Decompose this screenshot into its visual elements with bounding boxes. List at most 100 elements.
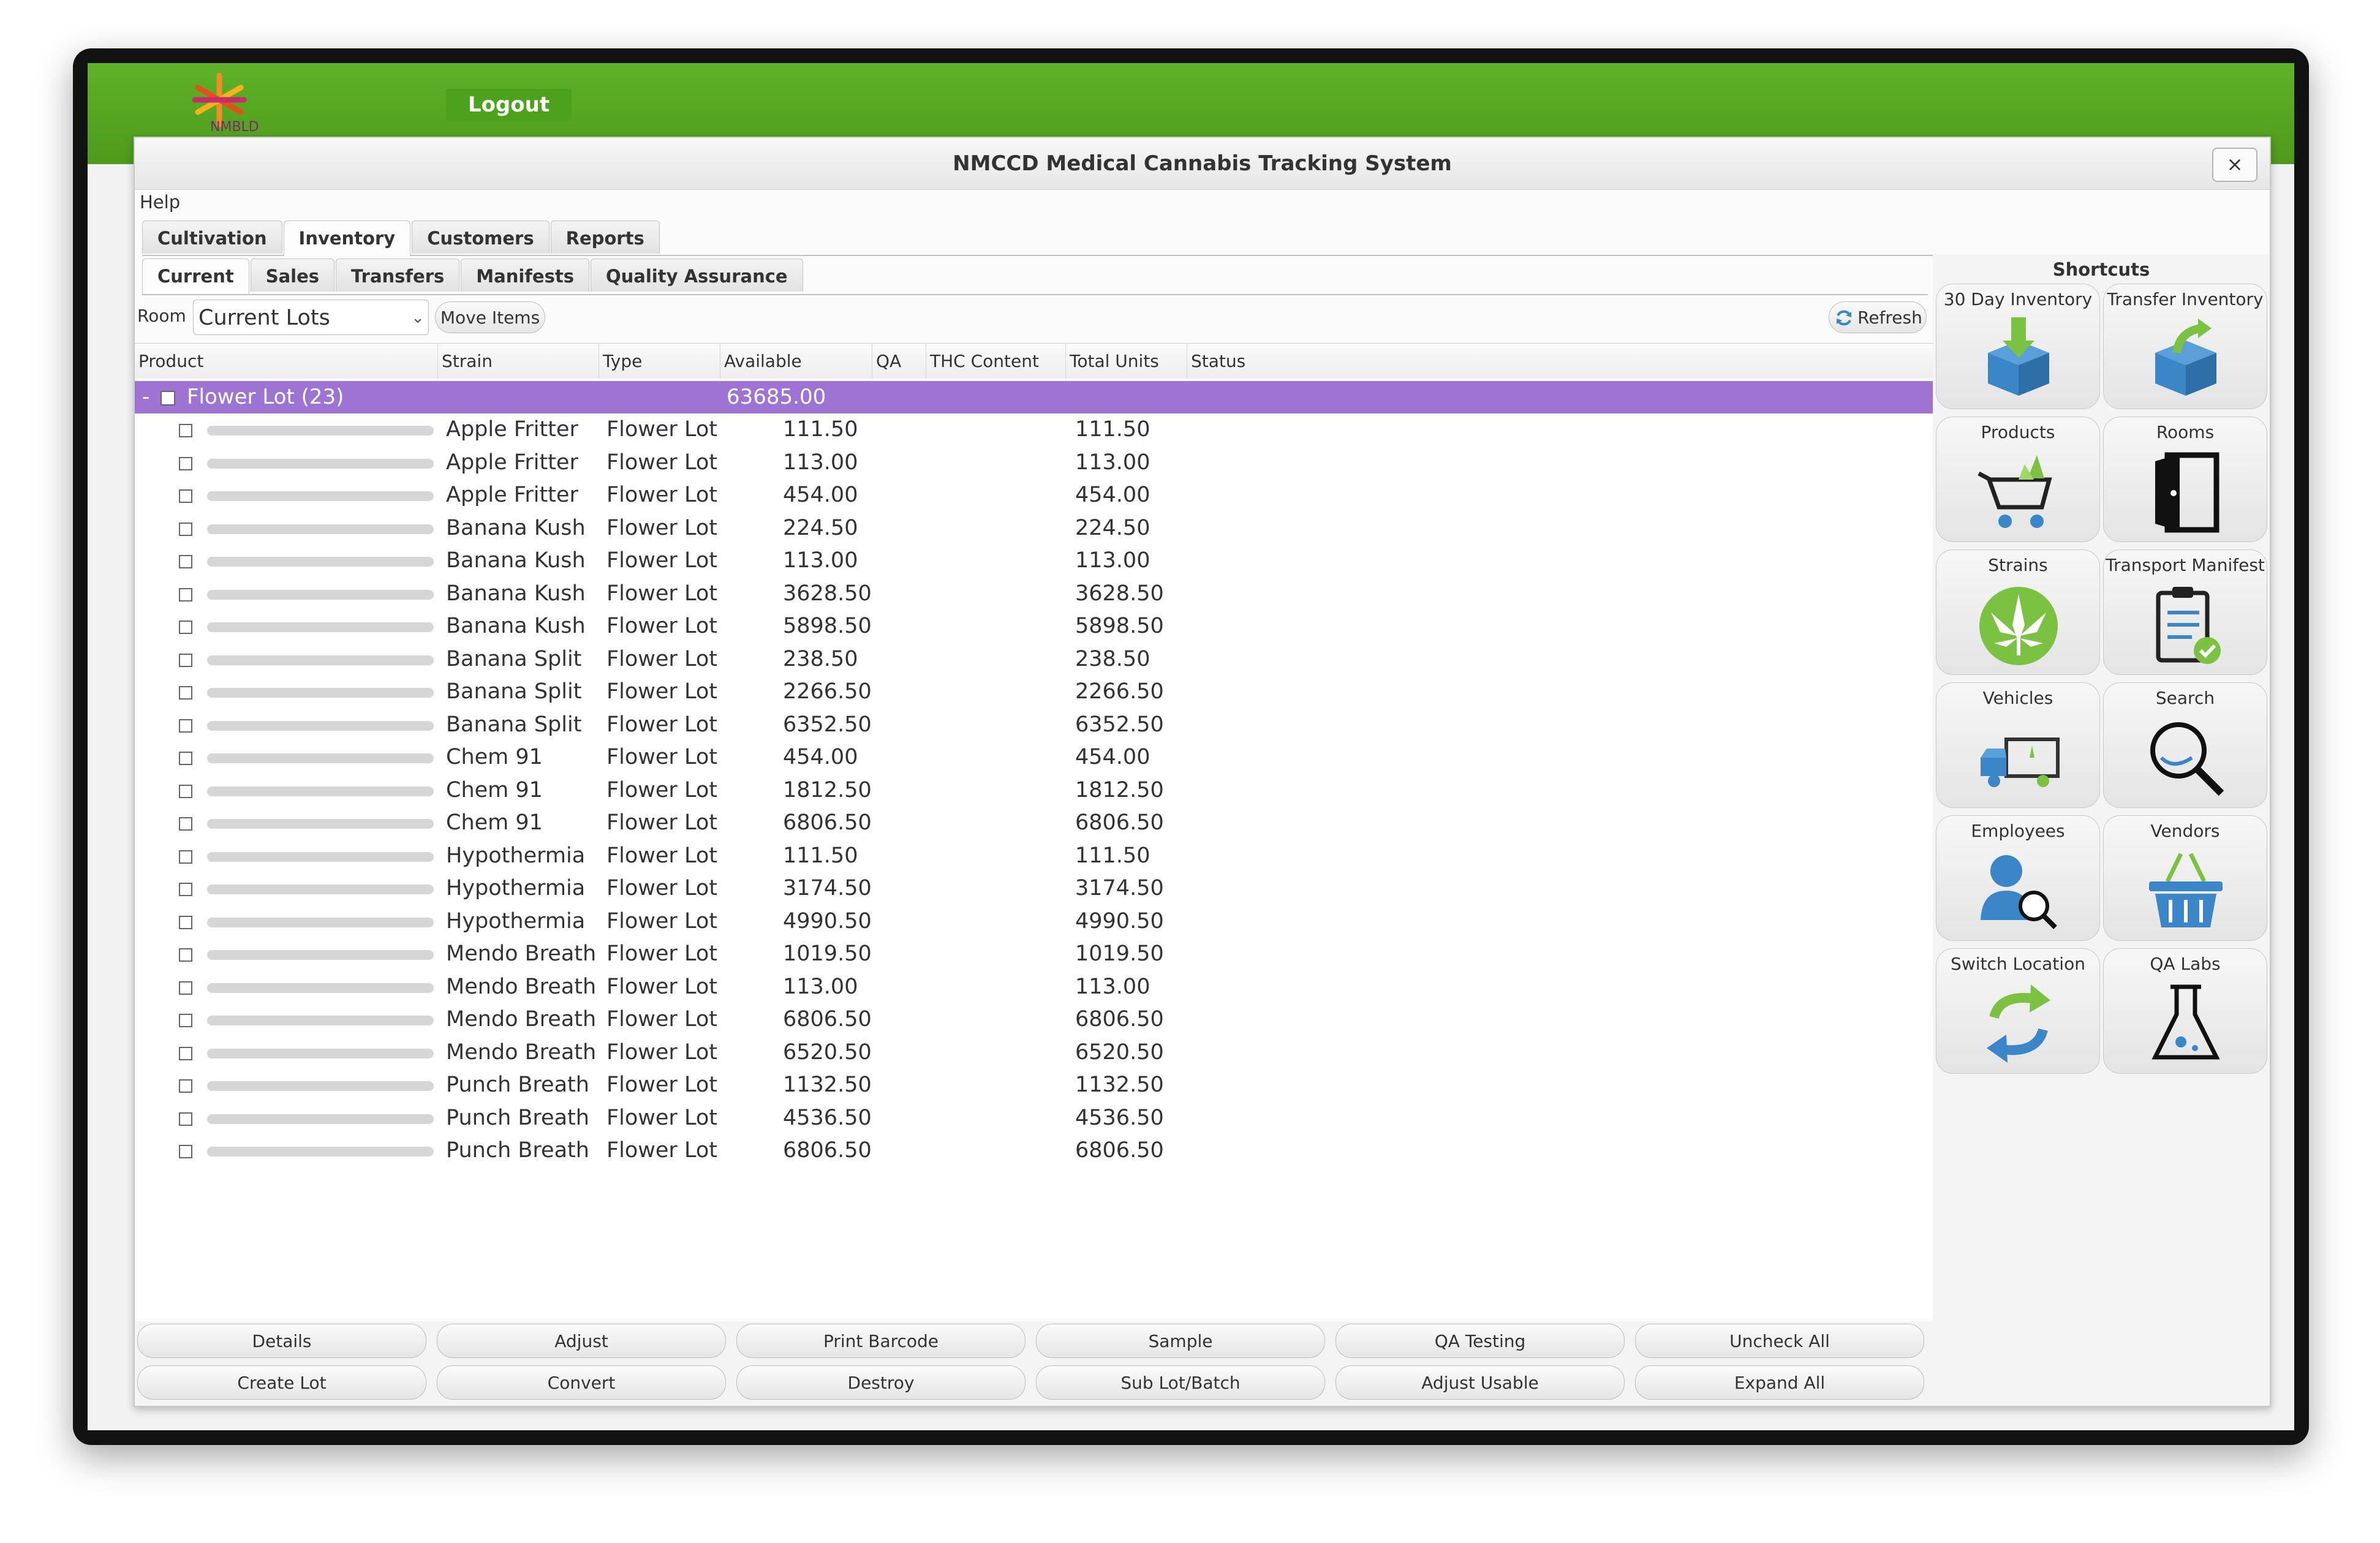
refresh-button[interactable]: Refresh — [1829, 301, 1927, 333]
room-label: Room — [137, 306, 186, 326]
table-row[interactable]: Banana Split Flower Lot 2266.50 2266.50 — [135, 676, 1933, 708]
shortcut-employees[interactable]: Employees — [1936, 815, 2100, 941]
row-checkbox[interactable] — [179, 981, 192, 995]
row-checkbox[interactable] — [179, 522, 192, 536]
col-status[interactable]: Status — [1187, 344, 1933, 379]
row-checkbox[interactable] — [179, 424, 192, 437]
shortcut-strains[interactable]: Strains — [1936, 549, 2100, 675]
row-checkbox[interactable] — [179, 915, 192, 929]
shortcut-switch-location[interactable]: Switch Location — [1936, 948, 2100, 1074]
col-total-units[interactable]: Total Units — [1066, 344, 1187, 379]
tab-customers[interactable]: Customers — [412, 221, 550, 254]
menu-help[interactable]: Help — [140, 192, 180, 213]
group-row-flower-lot[interactable]: - Flower Lot (23) 63685.00 — [135, 381, 1933, 413]
row-checkbox[interactable] — [179, 883, 192, 896]
table-row[interactable]: Punch Breath Flower Lot 4536.50 4536.50 — [135, 1102, 1933, 1134]
tab-current[interactable]: Current — [142, 258, 249, 294]
shortcut-rooms[interactable]: Rooms — [2103, 417, 2267, 542]
table-row[interactable]: Mendo Breath Flower Lot 1019.50 1019.50 — [135, 938, 1933, 970]
shortcut-search[interactable]: Search — [2103, 682, 2267, 808]
adjust-usable-button[interactable]: Adjust Usable — [1335, 1365, 1625, 1400]
table-row[interactable]: Banana Kush Flower Lot 224.50 224.50 — [135, 512, 1933, 545]
col-strain[interactable]: Strain — [438, 344, 599, 379]
table-row[interactable]: Banana Split Flower Lot 238.50 238.50 — [135, 643, 1933, 676]
table-row[interactable]: Banana Kush Flower Lot 3628.50 3628.50 — [135, 578, 1933, 610]
row-checkbox[interactable] — [179, 752, 192, 765]
logout-button[interactable]: Logout — [446, 89, 572, 121]
tab-inventory[interactable]: Inventory — [283, 221, 411, 256]
table-row[interactable]: Chem 91 Flower Lot 1812.50 1812.50 — [135, 774, 1933, 807]
row-checkbox[interactable] — [179, 719, 192, 733]
col-thc-content[interactable]: THC Content — [926, 344, 1066, 379]
room-select[interactable]: Current Lots ⌄ — [193, 300, 429, 335]
shortcut-transport-manifest[interactable]: Transport Manifest — [2103, 549, 2267, 675]
table-row[interactable]: Banana Kush Flower Lot 5898.50 5898.50 — [135, 610, 1933, 643]
row-checkbox[interactable] — [179, 621, 192, 634]
details-button[interactable]: Details — [137, 1324, 426, 1358]
cell-strain: Apple Fritter — [446, 483, 578, 507]
shortcut-products[interactable]: Products — [1936, 417, 2100, 542]
table-row[interactable]: Mendo Breath Flower Lot 113.00 113.00 — [135, 971, 1933, 1003]
row-checkbox[interactable] — [179, 1079, 192, 1093]
table-row[interactable]: Banana Kush Flower Lot 113.00 113.00 — [135, 545, 1933, 577]
row-checkbox[interactable] — [179, 1046, 192, 1060]
table-row[interactable]: Hypothermia Flower Lot 4990.50 4990.50 — [135, 905, 1933, 938]
table-row[interactable]: Chem 91 Flower Lot 454.00 454.00 — [135, 741, 1933, 774]
print-barcode-button[interactable]: Print Barcode — [736, 1324, 1026, 1358]
table-row[interactable]: Hypothermia Flower Lot 3174.50 3174.50 — [135, 872, 1933, 905]
destroy-button[interactable]: Destroy — [736, 1365, 1026, 1400]
col-type[interactable]: Type — [599, 344, 720, 379]
uncheck-all-button[interactable]: Uncheck All — [1635, 1324, 1924, 1358]
row-checkbox[interactable] — [179, 456, 192, 470]
convert-button[interactable]: Convert — [437, 1365, 726, 1400]
row-checkbox[interactable] — [179, 587, 192, 602]
row-checkbox[interactable] — [179, 686, 192, 700]
row-checkbox[interactable] — [179, 653, 192, 667]
shortcut-vehicles[interactable]: Vehicles — [1936, 682, 2100, 808]
row-checkbox[interactable] — [179, 489, 192, 503]
row-checkbox[interactable] — [179, 817, 192, 831]
tab-quality-assurance[interactable]: Quality Assurance — [590, 258, 803, 292]
cell-available: 6806.50 — [783, 810, 872, 835]
shortcut-transfer-inventory[interactable]: Transfer Inventory — [2103, 284, 2267, 409]
col-product[interactable]: Product — [135, 344, 438, 379]
adjust-button[interactable]: Adjust — [437, 1324, 726, 1358]
shortcut-vendors[interactable]: Vendors — [2103, 815, 2267, 941]
row-checkbox[interactable] — [179, 850, 192, 864]
tab-sales[interactable]: Sales — [250, 258, 335, 292]
group-checkbox[interactable] — [161, 391, 175, 406]
col-available[interactable]: Available — [720, 344, 872, 379]
redacted-product-name — [207, 1081, 434, 1091]
row-checkbox[interactable] — [179, 784, 192, 798]
collapse-toggle[interactable]: - — [142, 381, 149, 413]
shortcut-qa-labs[interactable]: QA Labs — [2103, 948, 2267, 1074]
tab-manifests[interactable]: Manifests — [461, 258, 589, 292]
table-row[interactable]: Hypothermia Flower Lot 111.50 111.50 — [135, 840, 1933, 872]
row-checkbox[interactable] — [179, 555, 192, 568]
row-checkbox[interactable] — [179, 948, 192, 962]
table-row[interactable]: Chem 91 Flower Lot 6806.50 6806.50 — [135, 807, 1933, 839]
table-row[interactable]: Apple Fritter Flower Lot 113.00 113.00 — [135, 447, 1933, 479]
sub-lot-batch-button[interactable]: Sub Lot/Batch — [1036, 1365, 1325, 1400]
close-button[interactable]: × — [2212, 148, 2257, 182]
table-row[interactable]: Apple Fritter Flower Lot 111.50 111.50 — [135, 413, 1933, 446]
create-lot-button[interactable]: Create Lot — [137, 1365, 426, 1400]
row-checkbox[interactable] — [179, 1014, 192, 1027]
qa-testing-button[interactable]: QA Testing — [1335, 1324, 1625, 1358]
row-checkbox[interactable] — [179, 1112, 192, 1126]
tab-cultivation[interactable]: Cultivation — [142, 221, 282, 254]
expand-all-button[interactable]: Expand All — [1635, 1365, 1924, 1400]
move-items-button[interactable]: Move Items — [435, 301, 545, 333]
table-row[interactable]: Punch Breath Flower Lot 6806.50 6806.50 — [135, 1134, 1933, 1167]
col-qa[interactable]: QA — [872, 344, 926, 379]
table-row[interactable]: Mendo Breath Flower Lot 6806.50 6806.50 — [135, 1003, 1933, 1036]
tab-transfers[interactable]: Transfers — [336, 258, 460, 292]
table-row[interactable]: Banana Split Flower Lot 6352.50 6352.50 — [135, 709, 1933, 741]
table-row[interactable]: Mendo Breath Flower Lot 6520.50 6520.50 — [135, 1036, 1933, 1069]
table-row[interactable]: Apple Fritter Flower Lot 454.00 454.00 — [135, 479, 1933, 511]
table-row[interactable]: Punch Breath Flower Lot 1132.50 1132.50 — [135, 1069, 1933, 1101]
tab-reports[interactable]: Reports — [550, 221, 660, 254]
row-checkbox[interactable] — [179, 1145, 192, 1158]
sample-button[interactable]: Sample — [1036, 1324, 1325, 1358]
shortcut-30-day-inventory[interactable]: 30 Day Inventory — [1936, 284, 2100, 409]
